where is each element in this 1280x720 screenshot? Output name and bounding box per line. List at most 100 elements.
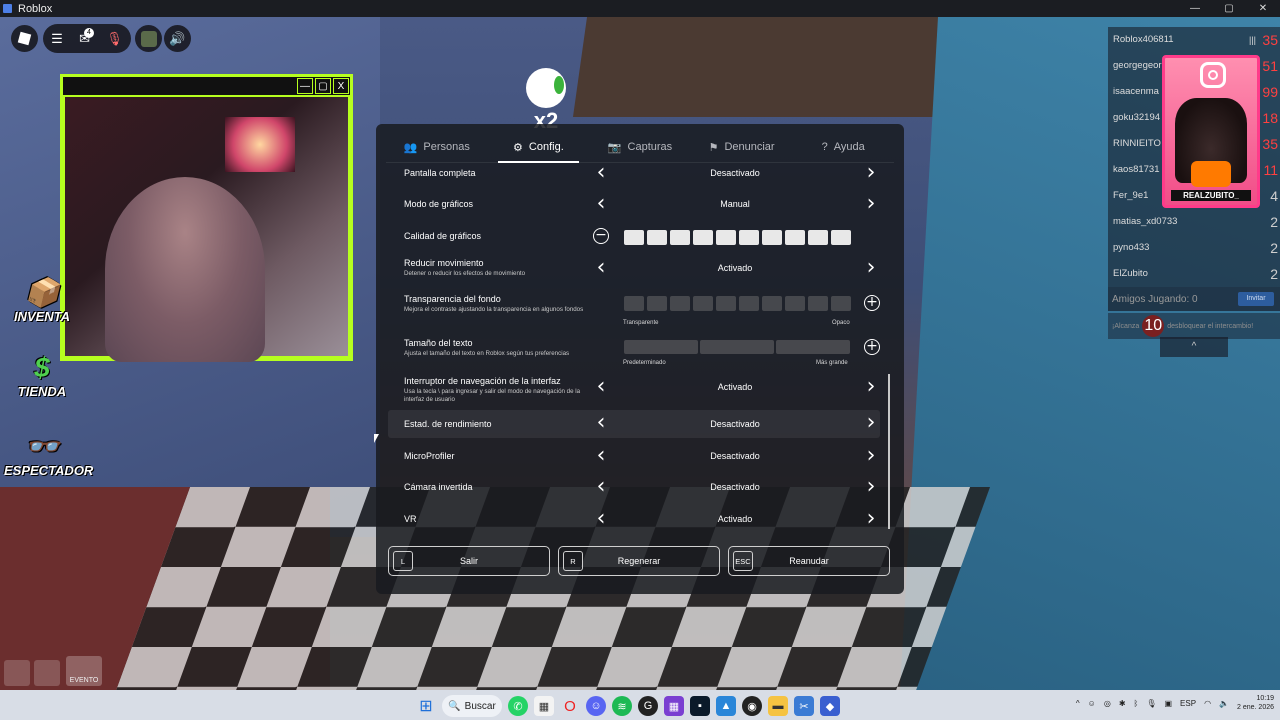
volume-icon[interactable]: 🔈 bbox=[1219, 699, 1229, 708]
resume-button[interactable]: ESC Reanudar bbox=[728, 546, 890, 576]
hamburger-icon[interactable]: ☰ bbox=[51, 31, 63, 47]
setting-inverted-camera: Cámara invertida ‹ Desactivado › bbox=[388, 476, 880, 499]
roblox-menu-button[interactable] bbox=[11, 25, 38, 52]
tab-captures[interactable]: 📷 Capturas bbox=[589, 132, 691, 162]
chat-icon[interactable]: ✉ 4 bbox=[79, 27, 94, 47]
snip-icon[interactable]: ✂ bbox=[794, 696, 814, 716]
player-stat: 4 bbox=[1270, 187, 1278, 204]
tray-app-icon[interactable]: ▣ bbox=[1164, 699, 1172, 708]
transparency-slider[interactable] bbox=[624, 296, 851, 311]
volume-button[interactable]: 🔊 bbox=[164, 25, 191, 52]
mic-muted-icon[interactable]: 🎙 bbox=[106, 31, 123, 47]
chevron-right-icon[interactable]: › bbox=[864, 476, 878, 498]
mouse-cursor bbox=[374, 434, 379, 443]
chevron-left-icon[interactable]: ‹ bbox=[594, 508, 608, 530]
emote-button[interactable] bbox=[4, 660, 30, 686]
gamepad-button[interactable] bbox=[34, 660, 60, 686]
player-stat: 18 bbox=[1262, 109, 1278, 126]
chevron-left-icon[interactable]: ‹ bbox=[594, 412, 608, 434]
shop-button[interactable]: $ TIENDA bbox=[4, 352, 80, 414]
mic-icon[interactable]: 🎙 bbox=[1146, 699, 1156, 708]
chevron-left-icon[interactable]: ‹ bbox=[594, 476, 608, 498]
setting-value: Desactivado bbox=[710, 168, 760, 178]
player-name: Fer_9e1 bbox=[1113, 190, 1149, 202]
grid-app-icon[interactable]: ▦ bbox=[664, 696, 684, 716]
tray-steam-icon[interactable]: ◎ bbox=[1104, 699, 1111, 708]
tab-report[interactable]: ⚑ Denunciar bbox=[691, 132, 793, 162]
setting-graphics-mode: Modo de gráficos ‹ Manual › bbox=[388, 193, 880, 216]
player-row[interactable]: matias_xd0733 2 bbox=[1108, 209, 1280, 235]
tray-settings-icon[interactable]: ✱ bbox=[1119, 699, 1126, 708]
clock-date: 2 ene. 2026 bbox=[1237, 704, 1274, 711]
chevron-left-icon[interactable]: ‹ bbox=[594, 164, 608, 184]
language-indicator[interactable]: ESP bbox=[1180, 699, 1196, 708]
spectator-label: ESPECTADOR bbox=[4, 463, 94, 478]
minimize-button[interactable]: — bbox=[1178, 3, 1212, 14]
opera-icon[interactable]: O bbox=[560, 696, 580, 716]
tray-discord-icon[interactable]: ☺ bbox=[1088, 699, 1096, 708]
maximize-button[interactable]: ▢ bbox=[1212, 3, 1246, 14]
chevron-right-icon[interactable]: › bbox=[864, 164, 878, 184]
terminal-icon[interactable]: ▪ bbox=[690, 696, 710, 716]
store-icon[interactable]: ▦ bbox=[534, 696, 554, 716]
whatsapp-icon[interactable]: ✆ bbox=[508, 696, 528, 716]
avatar-button[interactable] bbox=[135, 25, 162, 52]
chevron-right-icon[interactable]: › bbox=[864, 257, 878, 279]
chevron-right-icon[interactable]: › bbox=[864, 412, 878, 434]
player-row[interactable]: Roblox406811 35 ||| bbox=[1108, 27, 1280, 53]
spectator-button[interactable]: 👓 ESPECTADOR bbox=[4, 430, 93, 492]
chevron-up-icon[interactable]: ^ bbox=[1076, 699, 1080, 708]
slider-segment bbox=[808, 230, 828, 245]
settings-list[interactable]: Pantalla completa ‹ Desactivado › Modo d… bbox=[388, 164, 880, 536]
respawn-button[interactable]: R Regenerar bbox=[558, 546, 720, 576]
tab-help[interactable]: ? Ayuda bbox=[792, 132, 894, 162]
windows-start-icon[interactable]: ⊞ bbox=[416, 696, 436, 716]
invite-button[interactable]: Invitar bbox=[1238, 292, 1274, 306]
inventory-button[interactable]: 📦 INVENTA bbox=[4, 276, 80, 338]
chevron-left-icon[interactable]: ‹ bbox=[594, 376, 608, 398]
tab-people[interactable]: 👥 Personas bbox=[386, 132, 488, 162]
slider-segment bbox=[831, 230, 851, 245]
clock[interactable]: 10:19 2 ene. 2026 bbox=[1237, 694, 1274, 712]
setting-label: Pantalla completa bbox=[404, 168, 476, 178]
setting-graphics-quality: Calidad de gráficos − bbox=[388, 226, 880, 248]
plus-circle-icon[interactable]: + bbox=[864, 339, 880, 355]
chevron-left-icon[interactable]: ‹ bbox=[594, 257, 608, 279]
chevron-right-icon[interactable]: › bbox=[864, 193, 878, 215]
folder-icon[interactable]: ▬ bbox=[768, 696, 788, 716]
photos-icon[interactable]: ▲ bbox=[716, 696, 736, 716]
bluetooth-icon[interactable]: ᛒ bbox=[1134, 699, 1139, 708]
text-size-slider[interactable] bbox=[624, 340, 850, 354]
tab-settings[interactable]: ⚙ Config. bbox=[488, 132, 590, 163]
leave-button[interactable]: L Salir bbox=[388, 546, 550, 576]
close-button[interactable]: ✕ bbox=[1246, 3, 1280, 14]
chevron-left-icon[interactable]: ‹ bbox=[594, 445, 608, 467]
plus-circle-icon[interactable]: + bbox=[864, 295, 880, 311]
fireplace bbox=[225, 117, 295, 172]
player-name: goku32194 bbox=[1113, 112, 1161, 124]
player-name: RINNIEITO bbox=[1113, 138, 1161, 150]
help-icon: ? bbox=[821, 141, 828, 153]
spotify-icon[interactable]: ≋ bbox=[612, 696, 632, 716]
chevron-left-icon[interactable]: ‹ bbox=[594, 193, 608, 215]
app-g-icon[interactable]: G bbox=[638, 696, 658, 716]
wifi-icon[interactable]: ◠ bbox=[1204, 699, 1211, 708]
player-row[interactable]: ElZubito 2 bbox=[1108, 261, 1280, 287]
graphics-quality-slider[interactable] bbox=[624, 230, 851, 245]
setting-label: Modo de gráficos bbox=[404, 199, 474, 209]
chevron-right-icon[interactable]: › bbox=[864, 445, 878, 467]
player-stat: 35 bbox=[1262, 31, 1278, 48]
chevron-right-icon[interactable]: › bbox=[864, 508, 878, 530]
chevron-right-icon[interactable]: › bbox=[864, 376, 878, 398]
discord-icon[interactable]: ☺ bbox=[586, 696, 606, 716]
cat-avatar bbox=[1175, 98, 1247, 187]
button-label: Regenerar bbox=[617, 556, 661, 566]
collapse-button[interactable]: ^ bbox=[1160, 337, 1228, 357]
minus-circle-icon[interactable]: − bbox=[593, 228, 609, 244]
event-button[interactable]: EVENTO bbox=[66, 656, 102, 686]
player-row[interactable]: pyno433 2 bbox=[1108, 235, 1280, 261]
obs-icon[interactable]: ◉ bbox=[742, 696, 762, 716]
roblox-icon[interactable]: ◆ bbox=[820, 696, 840, 716]
taskbar-search[interactable]: 🔍 Buscar bbox=[442, 695, 502, 717]
settings-scrollbar[interactable] bbox=[888, 374, 890, 529]
